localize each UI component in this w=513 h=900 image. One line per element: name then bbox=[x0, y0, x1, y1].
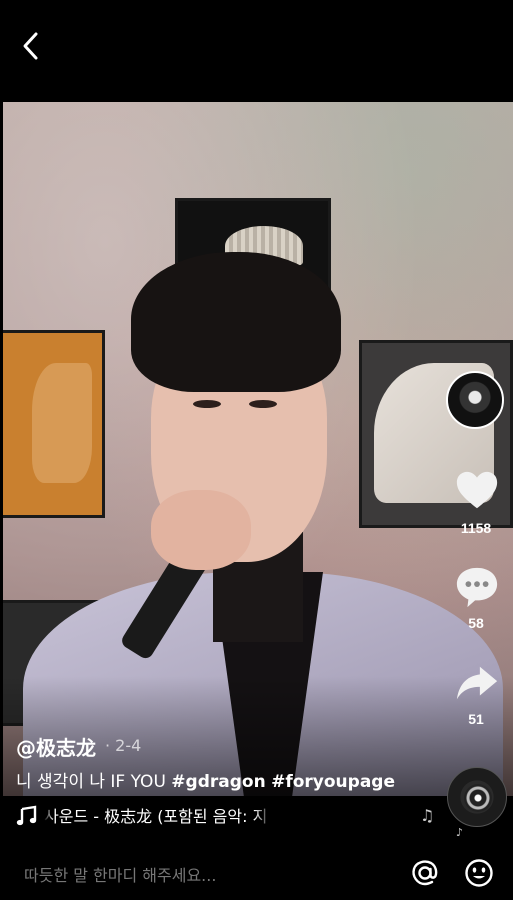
comment-bubble-icon bbox=[456, 567, 498, 608]
floating-note-icon: ♫ bbox=[420, 806, 435, 825]
music-title[interactable]: 사운드 - 极志龙 (포함된 음악: 지 bbox=[44, 803, 272, 827]
person-eye-right bbox=[249, 400, 277, 408]
caption-text: 니 생각이 나 IF YOU bbox=[16, 772, 172, 792]
music-note-icon bbox=[16, 805, 37, 826]
post-caption: 니 생각이 나 IF YOU #gdragon #foryoupage bbox=[16, 767, 395, 792]
creator-avatar[interactable] bbox=[446, 371, 504, 429]
hashtag-foryoupage[interactable]: #foryoupage bbox=[271, 772, 395, 792]
comment-button[interactable] bbox=[454, 564, 500, 610]
share-arrow-icon bbox=[456, 666, 498, 700]
top-bar bbox=[0, 0, 513, 102]
at-sign-icon bbox=[412, 860, 438, 886]
smiley-icon bbox=[465, 859, 493, 887]
wall-frame-left bbox=[3, 330, 105, 518]
person-hand bbox=[151, 490, 251, 570]
hashtag-gdragon[interactable]: #gdragon bbox=[171, 772, 265, 792]
share-count: 51 bbox=[468, 711, 484, 727]
comment-count: 58 bbox=[468, 615, 484, 631]
post-date: · 2-4 bbox=[105, 736, 142, 755]
creator-username[interactable]: @极志龙 bbox=[16, 732, 96, 761]
heart-icon bbox=[456, 471, 498, 509]
like-button[interactable] bbox=[454, 468, 500, 514]
disc-icon bbox=[464, 784, 492, 812]
chevron-left-icon bbox=[23, 32, 38, 60]
mention-button[interactable] bbox=[409, 857, 441, 889]
floating-note-icon: ♪ bbox=[456, 826, 464, 839]
emoji-button[interactable] bbox=[463, 857, 495, 889]
music-disc[interactable] bbox=[447, 767, 507, 827]
comment-input[interactable] bbox=[22, 860, 396, 890]
like-count: 1158 bbox=[460, 520, 492, 536]
person-hair bbox=[131, 252, 341, 392]
person-eye-left bbox=[193, 400, 221, 408]
share-button[interactable] bbox=[454, 662, 500, 706]
back-button[interactable] bbox=[16, 30, 48, 62]
video-player[interactable] bbox=[3, 102, 513, 796]
